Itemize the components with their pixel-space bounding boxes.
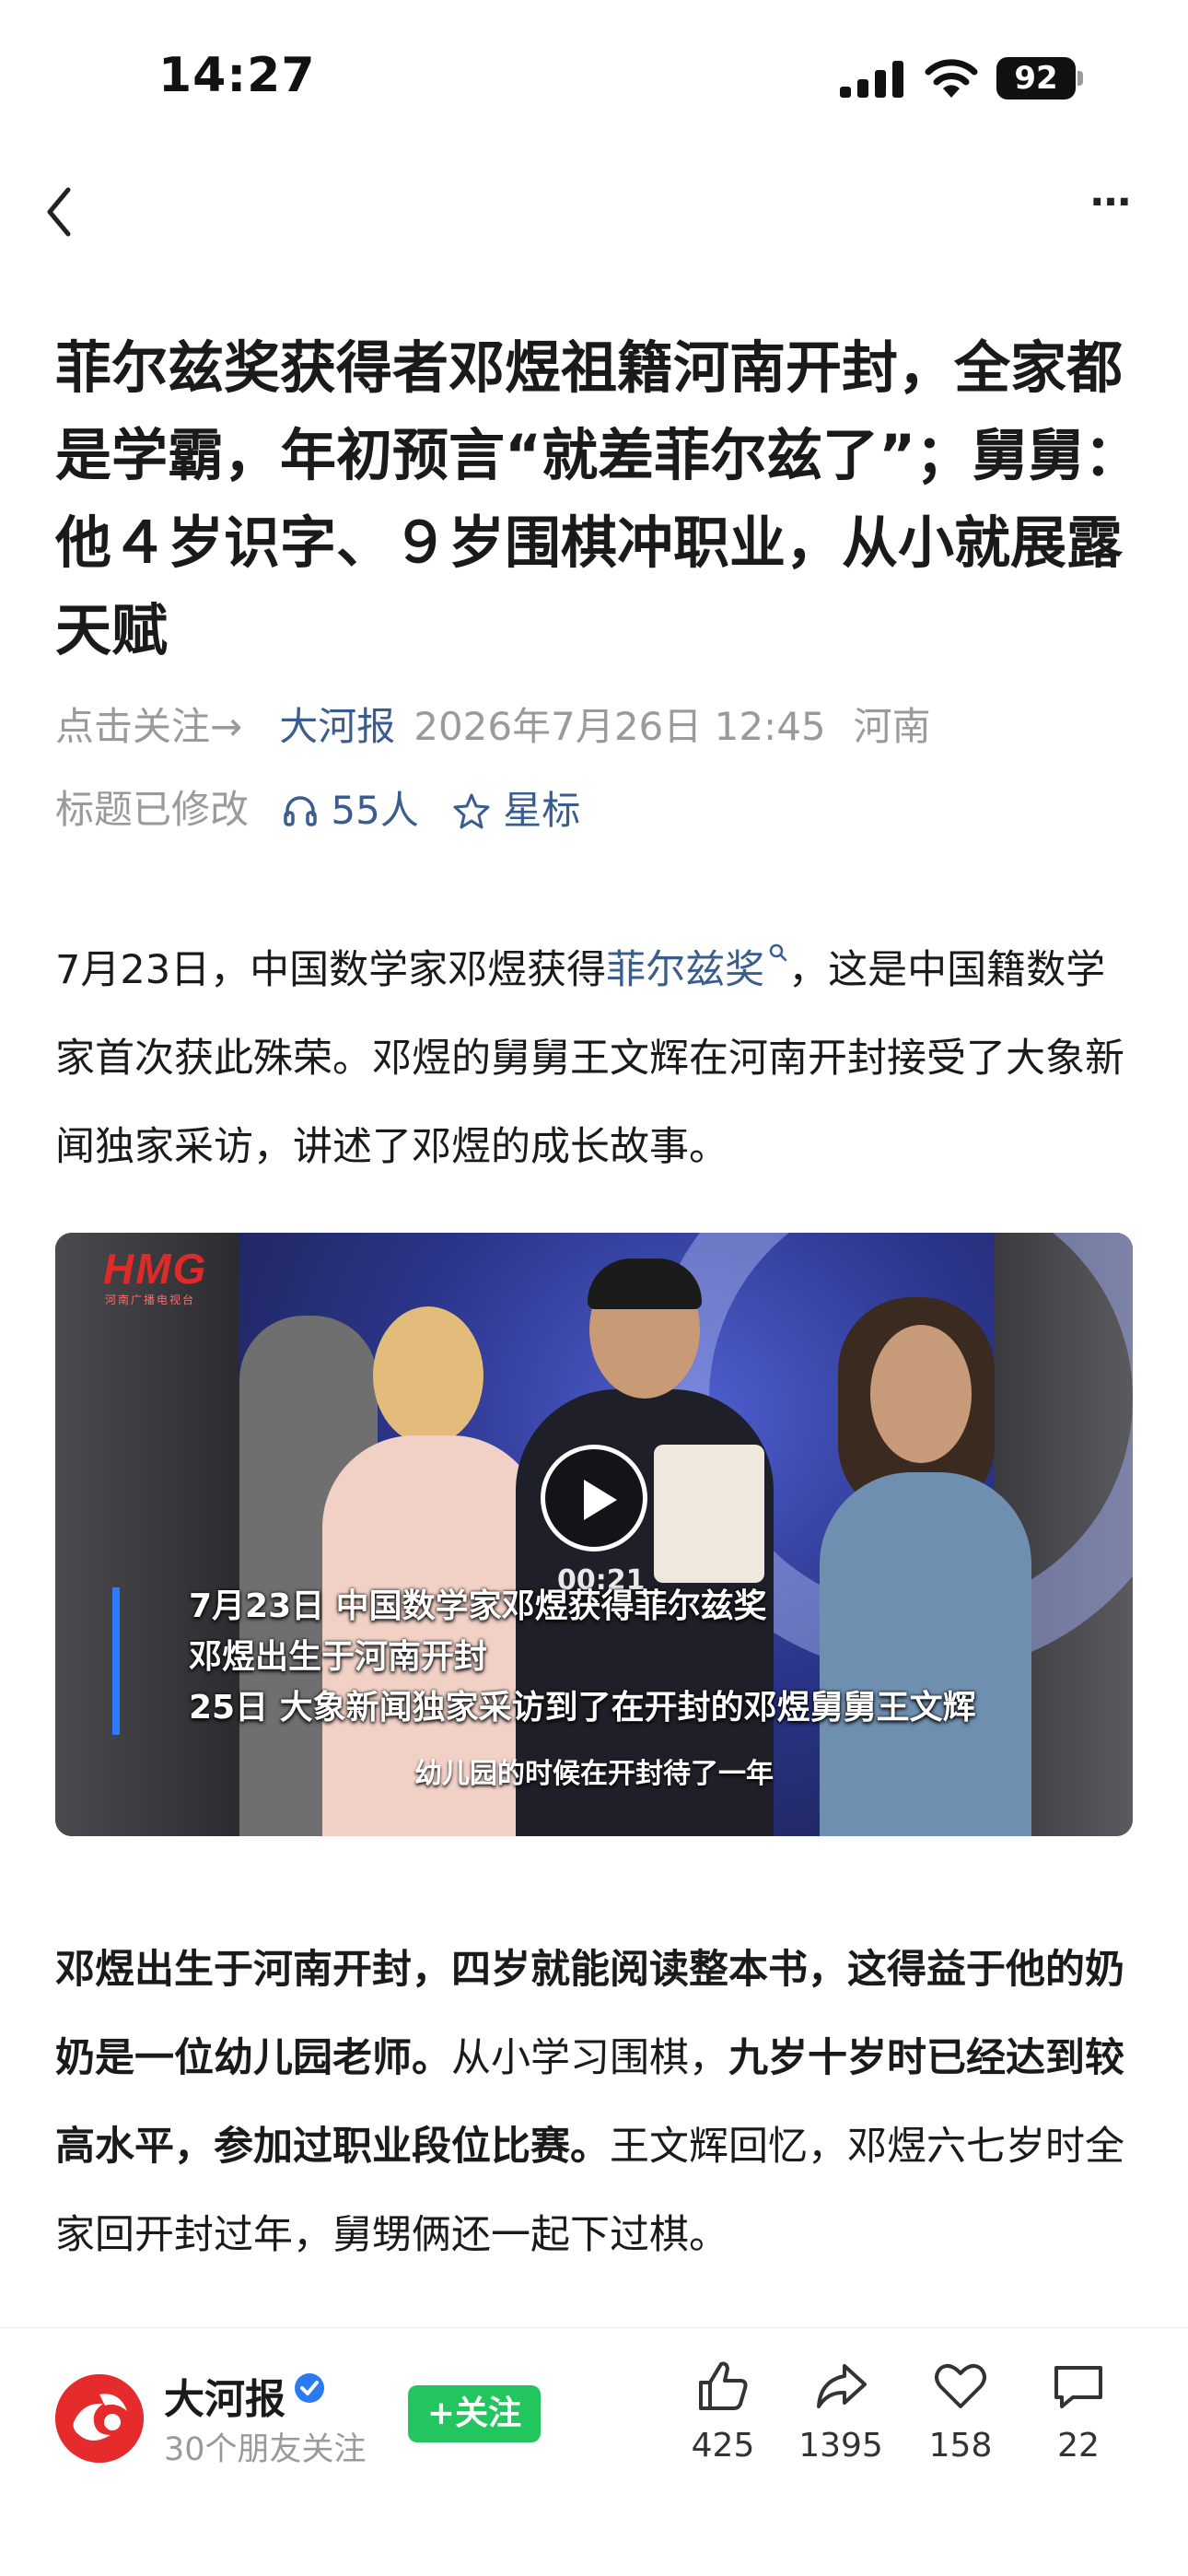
listen-button[interactable]: 55人 <box>282 780 419 838</box>
channel-logo: HMG <box>103 1245 208 1293</box>
star-label: 星标 <box>503 787 581 833</box>
publisher-link[interactable]: 大河报 <box>279 699 395 755</box>
share-button[interactable]: 1395 <box>790 2357 891 2465</box>
publisher-logo-icon <box>55 2374 144 2463</box>
search-icon[interactable] <box>768 943 788 963</box>
favorite-count: 158 <box>928 2427 993 2465</box>
play-button[interactable] <box>541 1445 647 1551</box>
fields-medal-link[interactable]: 菲尔兹奖 <box>606 947 764 993</box>
video-player[interactable]: HMG 河南广播电视台 00:21 7月23日 中国数学家邓煜获得菲尔兹奖 邓煜… <box>55 1233 1133 1836</box>
more-options-button[interactable]: ··· <box>1077 182 1142 240</box>
article-meta-2: 标题已修改 55人 星标 <box>55 779 580 838</box>
location: 河南 <box>853 703 931 749</box>
back-button[interactable] <box>33 175 88 249</box>
star-button[interactable]: 星标 <box>452 780 580 838</box>
article-paragraph-1: 7月23日，中国数学家邓煜获得菲尔兹奖 ，这是中国籍数学家首次获此殊荣。邓煜的舅舅… <box>55 926 1137 1191</box>
follower-count: 30个朋友关注 <box>164 2431 367 2468</box>
like-button[interactable]: 425 <box>672 2357 774 2465</box>
thumbs-up-icon <box>699 2361 748 2410</box>
status-bar: 14:27 92 <box>0 0 1188 157</box>
chevron-left-icon <box>47 187 71 237</box>
signal-icon <box>840 61 903 98</box>
verified-badge-icon <box>295 2373 324 2403</box>
caption-line: 7月23日 中国数学家邓煜获得菲尔兹奖 <box>189 1587 767 1625</box>
comment-count: 22 <box>1057 2427 1100 2465</box>
share-arrow-icon <box>817 2364 867 2408</box>
edited-note: 标题已修改 <box>55 786 250 832</box>
caption-line: 25日 大象新闻独家采访到了在开封的邓煜舅舅王文辉 <box>189 1689 976 1727</box>
article-title: 菲尔兹奖获得者邓煜祖籍河南开封，全家都是学霸，年初预言“就差菲尔兹了”；舅舅：他… <box>55 335 1141 663</box>
video-caption: 7月23日 中国数学家邓煜获得菲尔兹奖 邓煜出生于河南开封 25日 大象新闻独家… <box>189 1581 976 1733</box>
publisher-avatar[interactable] <box>55 2374 144 2463</box>
status-time: 14:27 <box>158 48 316 103</box>
channel-logo-sub: 河南广播电视台 <box>105 1294 196 1306</box>
comment-icon <box>1054 2366 1102 2408</box>
article-paragraph-2: 邓煜出生于河南开封，四岁就能阅读整本书，这得益于他的奶奶是一位幼儿园老师。从小学… <box>55 1926 1137 2279</box>
para1-text-a: 7月23日，中国数学家邓煜获得 <box>55 947 607 993</box>
heart-icon <box>935 2363 986 2408</box>
wifi-icon <box>925 59 978 98</box>
para2-text-1: 从小学习围棋， <box>451 2035 728 2081</box>
video-subtitle: 幼儿园的时候在开封待了一年 <box>414 1758 774 1790</box>
publish-date: 2026年7月26日 12:45 <box>413 703 826 749</box>
play-icon <box>584 1480 617 1520</box>
share-count: 1395 <box>798 2427 883 2465</box>
article-meta: 点击关注→ 大河报 2026年7月26日 12:45 河南 <box>55 697 931 755</box>
publisher-name[interactable]: 大河报 <box>164 2366 285 2425</box>
star-icon <box>453 793 490 829</box>
follow-prompt[interactable]: 点击关注→ <box>55 699 242 755</box>
follow-button[interactable]: +关注 <box>408 2385 541 2442</box>
comment-button[interactable]: 22 <box>1028 2357 1129 2465</box>
listener-count: 55人 <box>331 787 419 833</box>
battery-icon: 92 <box>996 57 1083 100</box>
like-count: 425 <box>691 2427 755 2465</box>
headphones-icon <box>284 796 317 826</box>
caption-line: 邓煜出生于河南开封 <box>189 1638 488 1676</box>
battery-level: 92 <box>996 57 1076 100</box>
favorite-button[interactable]: 158 <box>910 2357 1011 2465</box>
